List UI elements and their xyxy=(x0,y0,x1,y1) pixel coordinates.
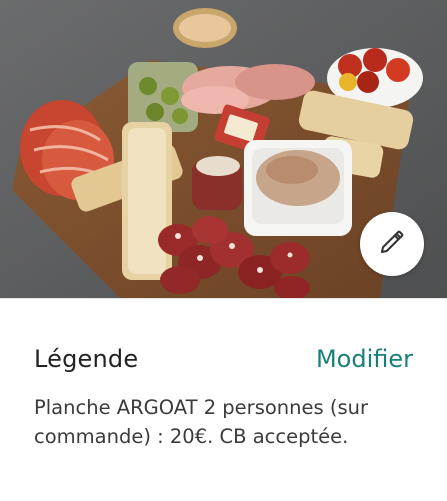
modify-caption-button[interactable]: Modifier xyxy=(316,345,413,373)
edit-photo-button[interactable] xyxy=(360,212,424,276)
pencil-icon xyxy=(377,227,407,261)
caption-title: Légende xyxy=(34,345,139,373)
caption-card: Légende Modifier Planche ARGOAT 2 person… xyxy=(0,298,447,501)
caption-text: Planche ARGOAT 2 personnes (sur commande… xyxy=(34,396,369,448)
caption-header: Légende Modifier xyxy=(0,345,447,379)
